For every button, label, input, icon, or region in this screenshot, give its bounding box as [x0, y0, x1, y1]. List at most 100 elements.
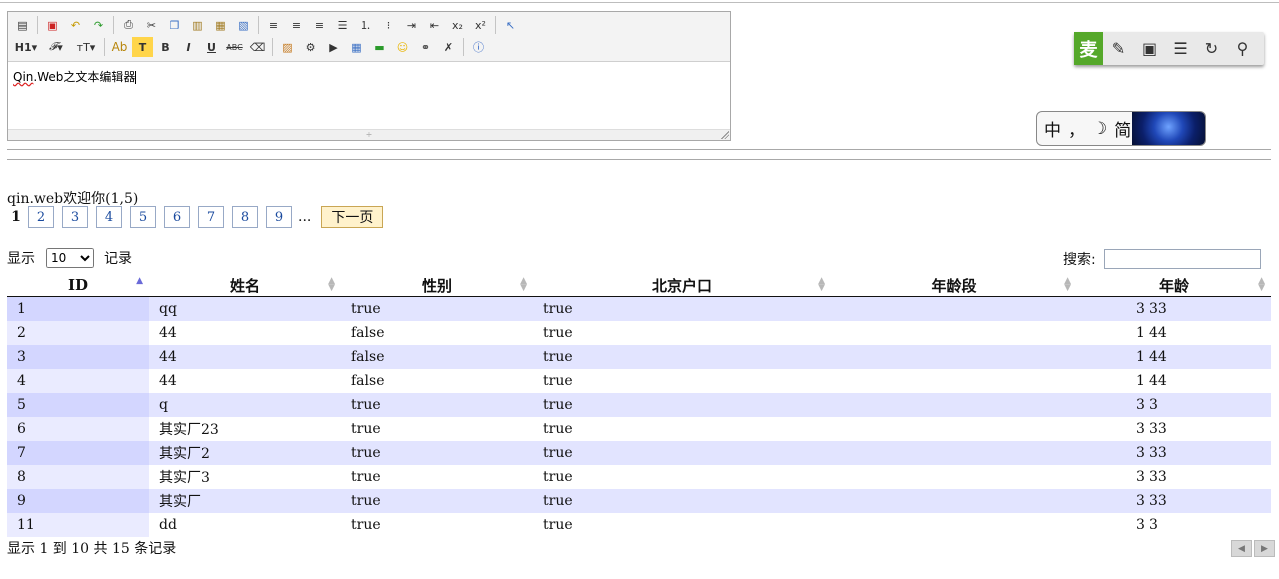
new-doc-icon[interactable]: ▣: [42, 15, 63, 35]
subscript-icon[interactable]: x₂: [447, 15, 468, 35]
column-header-gender[interactable]: 性别 ▲ ▼: [341, 274, 533, 297]
page-link[interactable]: 4: [96, 206, 122, 228]
search-input[interactable]: [1103, 249, 1261, 269]
next-arrow-icon[interactable]: ▶: [1254, 540, 1275, 557]
ime-moon-icon[interactable]: ☽: [1092, 119, 1107, 139]
cell-gender: true: [341, 513, 533, 537]
column-header-id[interactable]: ID ▲: [7, 274, 149, 297]
ime-status-bar[interactable]: 中 ， ☽ 简: [1036, 111, 1206, 146]
image-icon[interactable]: ▨: [277, 37, 298, 57]
page-link[interactable]: 2: [28, 206, 54, 228]
table-row[interactable]: 2 44 false true 1 44: [7, 321, 1271, 345]
ordered-list-icon[interactable]: ⒈: [355, 15, 376, 35]
copy-icon[interactable]: ❐: [164, 15, 185, 35]
next-page-button[interactable]: 下一页: [321, 206, 384, 228]
prev-arrow-icon[interactable]: ◀: [1231, 540, 1252, 557]
ime-charset-toggle[interactable]: 简: [1114, 116, 1131, 141]
divider-top: [7, 149, 1271, 150]
table-body: 1 qq true true 3 33 2 44 false true 1 44 3 44 false tru…: [7, 296, 1271, 537]
eraser-icon[interactable]: ⌫: [247, 37, 268, 57]
page-link[interactable]: 6: [164, 206, 190, 228]
help-icon[interactable]: ⓘ: [468, 37, 489, 57]
list-icon[interactable]: ☰: [1165, 32, 1196, 65]
unordered-list-icon[interactable]: ⁝: [378, 15, 399, 35]
page-link[interactable]: 8: [232, 206, 258, 228]
refresh-icon[interactable]: ↻: [1196, 32, 1227, 65]
screen-icon[interactable]: ▣: [1134, 32, 1165, 65]
justify-icon[interactable]: ☰: [332, 15, 353, 35]
indent-icon[interactable]: ⇥: [401, 15, 422, 35]
ime-lang-toggle[interactable]: 中: [1044, 116, 1061, 141]
mai-button[interactable]: 麦: [1074, 32, 1103, 65]
undo-icon[interactable]: ↶: [65, 15, 86, 35]
flash-icon[interactable]: ⚙: [300, 37, 321, 57]
edit-icon[interactable]: ✎: [1103, 32, 1134, 65]
select-icon[interactable]: ↖: [500, 15, 521, 35]
column-header-beijing-hukou[interactable]: 北京户口 ▲ ▼: [533, 274, 831, 297]
outdent-icon[interactable]: ⇤: [424, 15, 445, 35]
column-header-name[interactable]: 姓名 ▲ ▼: [149, 274, 341, 297]
table-row[interactable]: 9 其实厂 true true 3 33: [7, 489, 1271, 513]
emoticon-icon[interactable]: ☺: [392, 37, 413, 57]
paste-text-icon[interactable]: ▦: [210, 15, 231, 35]
link-icon[interactable]: ⚭: [415, 37, 436, 57]
cell-age: 33: [1077, 489, 1271, 513]
font-color-icon[interactable]: Ab: [109, 37, 130, 57]
paste-word-icon[interactable]: ▧: [233, 15, 254, 35]
page-link[interactable]: 7: [198, 206, 224, 228]
ime-punct-toggle[interactable]: ，: [1068, 116, 1085, 141]
table-search: 搜索:: [1063, 249, 1261, 269]
align-center-icon[interactable]: ≡: [286, 15, 307, 35]
page-link[interactable]: 3: [62, 206, 88, 228]
cell-age-group: 1: [831, 345, 1145, 369]
editor-text-underlined: Qin: [13, 70, 34, 84]
editor-resize-bar[interactable]: ÷: [8, 129, 730, 140]
align-right-icon[interactable]: ≡: [309, 15, 330, 35]
length-prefix-label: 显示: [7, 251, 35, 267]
page-link[interactable]: 5: [130, 206, 156, 228]
column-header-age-group[interactable]: 年龄段 ▲ ▼: [831, 274, 1077, 297]
page-length-select[interactable]: 10: [46, 248, 94, 268]
strikethrough-icon[interactable]: ABC: [224, 37, 245, 57]
align-left-icon[interactable]: ≡: [263, 15, 284, 35]
resize-grip-icon[interactable]: [721, 131, 729, 139]
font-family-dropdown[interactable]: 𝓕 ▾: [42, 37, 70, 57]
paste-icon[interactable]: ▥: [187, 15, 208, 35]
cell-age: 44: [1077, 345, 1271, 369]
hr-icon[interactable]: ▬: [369, 37, 390, 57]
divider-bottom: [7, 159, 1271, 160]
table-row[interactable]: 8 其实厂3 true true 3 33: [7, 465, 1271, 489]
table-row[interactable]: 4 44 false true 1 44: [7, 369, 1271, 393]
rich-text-editor[interactable]: ▤ ▣ ↶ ↷ ⎙ ✂ ❐ ▥ ▦ ▧ ≡ ≡ ≡ ☰ ⒈ ⁝ ⇥ ⇤ x₂ x…: [7, 11, 731, 141]
heading-dropdown[interactable]: H1 ▾: [12, 37, 40, 57]
redo-icon[interactable]: ↷: [88, 15, 109, 35]
table-row[interactable]: 3 44 false true 1 44: [7, 345, 1271, 369]
cut-icon[interactable]: ✂: [141, 15, 162, 35]
table-row[interactable]: 1 qq true true 3 33: [7, 296, 1271, 321]
page-link[interactable]: 9: [266, 206, 292, 228]
cell-id: 9: [7, 489, 149, 513]
cell-age-group: 3: [831, 417, 1145, 441]
table-icon[interactable]: ▦: [346, 37, 367, 57]
table-row[interactable]: 6 其实厂23 true true 3 33: [7, 417, 1271, 441]
superscript-icon[interactable]: x²: [470, 15, 491, 35]
bold-icon[interactable]: B: [155, 37, 176, 57]
table-row[interactable]: 7 其实厂2 true true 3 33: [7, 441, 1271, 465]
table-row[interactable]: 11 dd true true 3 3: [7, 513, 1271, 537]
column-header-age[interactable]: 年龄 ▲ ▼: [1077, 274, 1271, 297]
cell-age: 33: [1077, 441, 1271, 465]
print-icon[interactable]: ⎙: [118, 15, 139, 35]
font-size-dropdown[interactable]: ᴛT▾: [72, 37, 100, 57]
cell-id: 6: [7, 417, 149, 441]
table-row[interactable]: 5 q true true 3 3: [7, 393, 1271, 417]
cell-name: 44: [149, 345, 341, 369]
editor-content-area[interactable]: Qin.Web之文本编辑器: [8, 62, 730, 130]
unlink-icon[interactable]: ✗: [438, 37, 459, 57]
ime-skin-image[interactable]: [1132, 112, 1205, 145]
media-icon[interactable]: ▶: [323, 37, 344, 57]
underline-icon[interactable]: U: [201, 37, 222, 57]
search-icon[interactable]: ⚲: [1227, 32, 1258, 65]
bg-color-icon[interactable]: T: [132, 37, 153, 57]
source-icon[interactable]: ▤: [12, 15, 33, 35]
italic-icon[interactable]: I: [178, 37, 199, 57]
